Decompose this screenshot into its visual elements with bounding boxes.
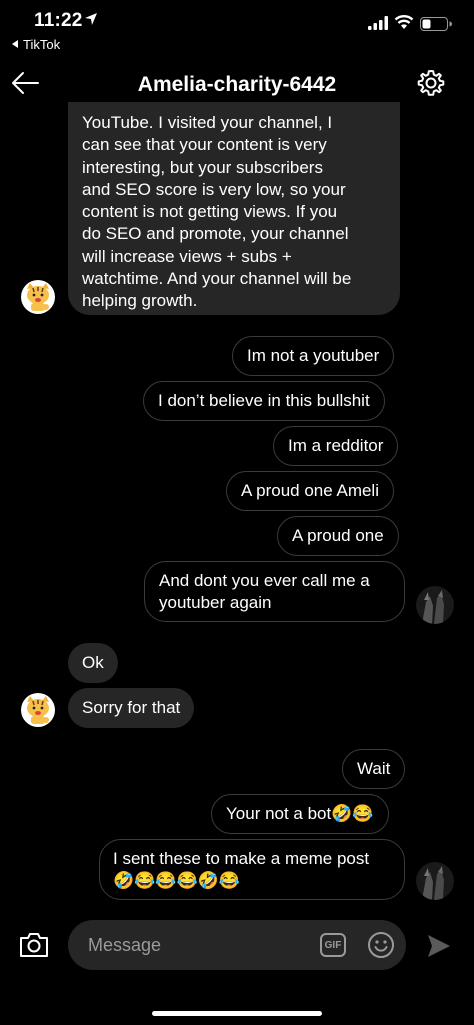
battery-icon <box>420 17 452 31</box>
message-line: do SEO and promote, your channel <box>82 224 349 244</box>
contact-avatar[interactable] <box>21 693 55 727</box>
message-bubble-sent[interactable]: And dont you ever call me a youtuber aga… <box>144 561 405 622</box>
send-icon[interactable] <box>426 933 452 959</box>
status-time: 11:22 <box>34 10 83 31</box>
message-bubble-received[interactable]: YouTube. I visited your channel, I can s… <box>68 102 400 315</box>
message-line: youtuber again <box>159 593 272 612</box>
message-line: YouTube. I visited your channel, I <box>82 113 333 132</box>
tiger-avatar-icon <box>21 280 55 314</box>
status-bar: 11:22 TikTok <box>0 0 474 60</box>
message-line: interesting, but your subscribers <box>82 157 323 177</box>
message-line: watchtime. And your channel will be <box>82 269 352 289</box>
smiley-icon[interactable] <box>367 931 395 959</box>
message-bubble-received[interactable]: Ok <box>68 643 118 683</box>
message-bubble-sent[interactable]: I don’t believe in this bullshit <box>143 381 385 421</box>
message-text: Ok <box>82 653 104 672</box>
settings-button[interactable] <box>414 66 448 100</box>
contact-avatar[interactable] <box>21 280 55 314</box>
message-bubble-sent[interactable]: Im not a youtuber <box>232 336 395 376</box>
cellular-signal-icon <box>368 16 388 30</box>
message-bubble-sent[interactable]: A proud one <box>277 516 399 556</box>
conversation-title[interactable]: Amelia-charity-6442 <box>0 73 474 97</box>
own-avatar[interactable] <box>416 586 454 624</box>
message-line: I sent these to make a meme post <box>113 849 370 868</box>
message-line: helping growth. <box>82 291 198 311</box>
back-app-label: TikTok <box>23 37 61 52</box>
message-composer: GIF <box>0 915 474 975</box>
message-text: Im not a youtuber <box>247 346 380 365</box>
message-bubble-sent[interactable]: Your not a bot🤣😂 <box>211 794 389 834</box>
location-arrow-icon <box>85 13 97 25</box>
message-text: I don’t believe in this bullshit <box>158 391 370 410</box>
message-line: will increase views + subs + <box>82 246 292 266</box>
own-avatar[interactable] <box>416 862 454 900</box>
camera-button[interactable] <box>16 927 52 963</box>
profile-photo-icon <box>416 586 454 624</box>
camera-icon <box>20 933 48 957</box>
wifi-icon <box>394 15 414 29</box>
gif-label: GIF <box>324 939 342 951</box>
message-bubble-sent[interactable]: A proud one Ameli <box>226 471 394 511</box>
profile-photo-icon <box>416 862 454 900</box>
message-line: 🤣😂😂😂🤣😂 <box>113 871 241 890</box>
message-bubble-sent[interactable]: Im a redditor <box>273 426 399 466</box>
message-text: A proud one <box>292 526 384 545</box>
gear-icon <box>417 70 445 96</box>
back-triangle-icon <box>12 40 18 48</box>
message-bubble-sent[interactable]: I sent these to make a meme post 🤣😂😂😂🤣😂 <box>99 839 405 900</box>
message-line: can see that your content is very <box>82 135 327 155</box>
message-bubble-received[interactable]: Sorry for that <box>68 688 195 728</box>
message-line: And dont you ever call me a <box>159 571 370 590</box>
message-text: A proud one Ameli <box>241 481 379 500</box>
message-text: Im a redditor <box>288 436 384 455</box>
home-indicator[interactable] <box>152 1011 322 1016</box>
gif-button[interactable]: GIF <box>320 933 346 957</box>
message-text: Wait <box>357 759 391 778</box>
message-text: Sorry for that <box>82 698 181 717</box>
message-field[interactable]: GIF <box>68 920 406 970</box>
tiger-avatar-icon <box>21 693 55 727</box>
back-to-app-link[interactable]: TikTok <box>12 37 60 52</box>
message-text: Your not a bot🤣😂 <box>226 804 374 823</box>
message-input[interactable] <box>88 920 308 970</box>
message-thread[interactable]: YouTube. I visited your channel, I can s… <box>0 102 474 915</box>
message-line: content is not getting views. If you <box>82 202 338 222</box>
message-bubble-sent[interactable]: Wait <box>342 749 406 789</box>
message-line: and SEO score is very low, so your <box>82 179 346 199</box>
